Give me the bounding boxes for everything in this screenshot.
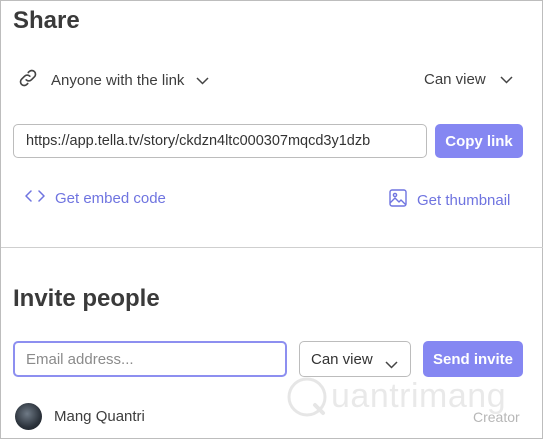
get-embed-code-label: Get embed code: [55, 189, 166, 207]
chevron-down-icon: [500, 71, 513, 88]
image-icon: [389, 189, 407, 211]
invite-title: Invite people: [13, 285, 160, 312]
get-thumbnail-label: Get thumbnail: [417, 191, 511, 209]
code-icon: [25, 189, 45, 207]
share-dialog: Share Anyone with the link Can view http…: [0, 0, 543, 439]
member-name: Mang Quantri: [54, 408, 145, 425]
link-icon: [17, 67, 39, 94]
chevron-down-icon: [196, 72, 209, 90]
get-embed-code-link[interactable]: Get embed code: [25, 189, 166, 207]
email-input[interactable]: [13, 341, 287, 377]
member-role: Creator: [473, 409, 520, 425]
copy-link-button[interactable]: Copy link: [435, 124, 523, 158]
send-invite-button[interactable]: Send invite: [423, 341, 523, 377]
link-permission-dropdown[interactable]: Can view: [424, 71, 513, 88]
get-thumbnail-link[interactable]: Get thumbnail: [389, 189, 510, 211]
link-access-dropdown[interactable]: Anyone with the link: [17, 67, 209, 94]
invite-permission-dropdown[interactable]: Can view: [299, 341, 411, 377]
avatar: [15, 403, 42, 430]
link-permission-label: Can view: [424, 71, 486, 88]
share-link-field[interactable]: https://app.tella.tv/story/ckdzn4ltc0003…: [13, 124, 427, 158]
watermark-logo-icon: [287, 377, 327, 417]
share-title: Share: [13, 7, 80, 34]
chevron-down-icon: [385, 356, 398, 373]
link-access-label: Anyone with the link: [51, 72, 185, 89]
invite-permission-label: Can view: [311, 350, 373, 368]
member-row: Mang Quantri: [15, 403, 145, 430]
section-divider: [1, 247, 543, 248]
